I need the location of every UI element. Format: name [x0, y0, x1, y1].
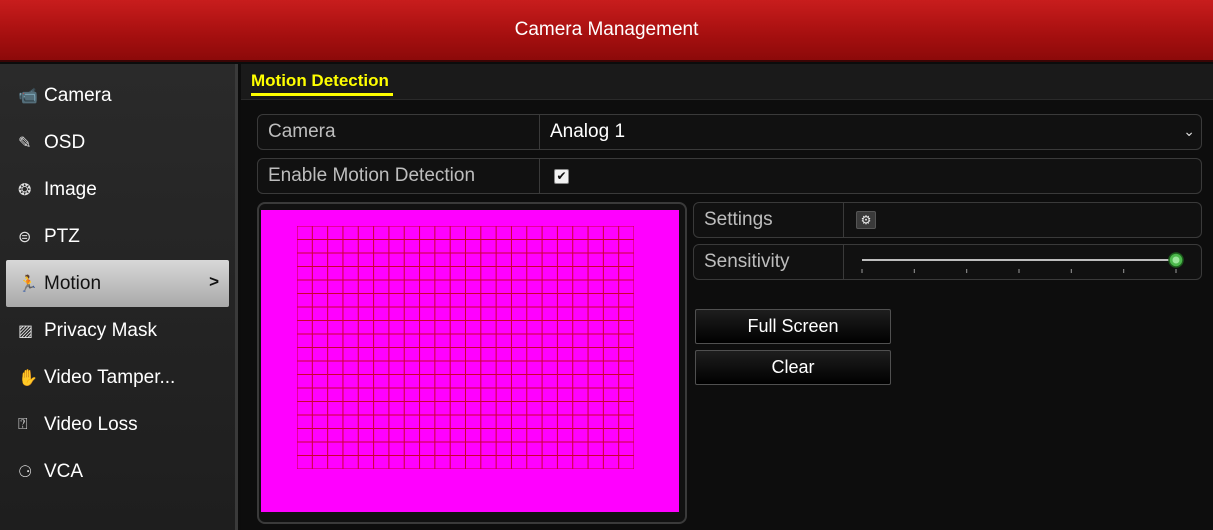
- camera-select-value: Analog 1: [550, 121, 626, 142]
- image-icon: ❂: [18, 181, 32, 199]
- video-loss-icon: ⍰: [18, 415, 28, 433]
- sidebar-item-label: Camera: [44, 84, 112, 106]
- motion-area-preview[interactable]: [261, 210, 679, 512]
- video-tamper-icon: ✋: [18, 369, 38, 387]
- enable-motion-label: Enable Motion Detection: [258, 159, 540, 193]
- chevron-right-icon: >: [209, 272, 219, 291]
- gear-icon[interactable]: ⚙: [856, 211, 876, 229]
- settings-row: Settings ⚙: [693, 202, 1202, 238]
- sidebar-item-label: Motion: [44, 272, 102, 294]
- sidebar-item-osd[interactable]: ✎ OSD: [0, 119, 235, 166]
- privacy-mask-icon: ▨: [18, 322, 34, 340]
- sidebar-item-label: PTZ: [44, 225, 80, 247]
- ptz-icon: ⊜: [18, 228, 32, 246]
- motion-icon: 🏃: [18, 275, 38, 293]
- sidebar-item-motion[interactable]: 🏃 Motion >: [6, 260, 229, 307]
- camera-select[interactable]: Analog 1: [550, 115, 625, 149]
- sidebar-item-label: OSD: [44, 131, 86, 153]
- title-bar: Camera Management: [0, 0, 1213, 62]
- sidebar-item-label: VCA: [44, 460, 84, 482]
- sensitivity-row: Sensitivity: [693, 244, 1202, 280]
- chevron-down-icon[interactable]: ⌄: [1183, 123, 1195, 140]
- tab-motion-detection[interactable]: Motion Detection: [251, 71, 393, 96]
- clear-button[interactable]: Clear: [695, 350, 891, 385]
- enable-motion-checkbox[interactable]: ✔: [554, 168, 569, 184]
- sensitivity-slider[interactable]: [854, 245, 1194, 281]
- sidebar-item-ptz[interactable]: ⊜ PTZ: [0, 213, 235, 260]
- window-title: Camera Management: [514, 19, 699, 40]
- sidebar-item-privacy-mask[interactable]: ▨ Privacy Mask: [0, 307, 235, 354]
- sidebar-item-video-tamper[interactable]: ✋ Video Tamper...: [0, 354, 235, 401]
- sidebar: 📹 Camera ✎ OSD ❂ Image ⊜ PTZ 🏃 Motion > …: [0, 64, 238, 530]
- osd-icon: ✎: [18, 134, 32, 152]
- enable-motion-row: Enable Motion Detection ✔: [257, 158, 1202, 194]
- sidebar-item-label: Image: [44, 178, 97, 200]
- sidebar-item-image[interactable]: ❂ Image: [0, 166, 235, 213]
- camera-icon: 📹: [18, 87, 38, 105]
- full-screen-button[interactable]: Full Screen: [695, 309, 891, 344]
- tab-bar: Motion Detection: [241, 64, 1213, 100]
- slider-knob-center: [1172, 256, 1180, 264]
- preview-frame: [257, 202, 687, 524]
- sidebar-item-label: Video Tamper...: [44, 366, 176, 388]
- camera-label: Camera: [258, 115, 540, 149]
- sidebar-item-label: Video Loss: [44, 413, 138, 435]
- settings-label: Settings: [694, 203, 844, 237]
- main-content: Motion Detection Camera Analog 1 ⌄ Enabl…: [241, 64, 1213, 530]
- camera-row: Camera Analog 1 ⌄: [257, 114, 1202, 150]
- sidebar-item-label: Privacy Mask: [44, 319, 157, 341]
- sidebar-item-vca[interactable]: ⚆ VCA: [0, 448, 235, 495]
- vca-icon: ⚆: [18, 463, 33, 481]
- sidebar-item-video-loss[interactable]: ⍰ Video Loss: [0, 401, 235, 448]
- motion-grid[interactable]: [297, 226, 634, 469]
- sidebar-item-camera[interactable]: 📹 Camera: [0, 72, 235, 119]
- sensitivity-label: Sensitivity: [694, 245, 844, 279]
